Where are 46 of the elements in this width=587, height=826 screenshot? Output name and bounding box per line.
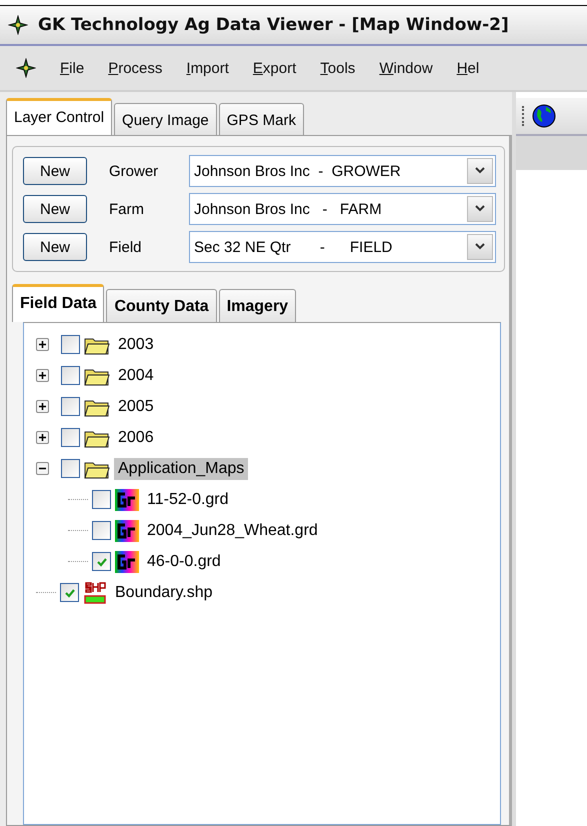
tree-item-label[interactable]: 2004_Jun28_Wheat.grd — [143, 520, 322, 542]
checkbox[interactable] — [61, 428, 80, 447]
dropdown[interactable]: Sec 32 NE Qtr - FIELD — [189, 231, 496, 263]
gradient-grid-icon — [115, 488, 139, 510]
new-button[interactable]: New — [23, 157, 87, 185]
tab[interactable]: Imagery — [218, 289, 296, 322]
tab[interactable]: GPS Mark — [218, 103, 304, 135]
tab[interactable]: Layer Control — [6, 98, 112, 135]
tree-item-label[interactable]: 2003 — [114, 334, 158, 356]
menu-item[interactable]: Export — [252, 60, 296, 76]
dropdown[interactable]: Johnson Bros Inc - FARM — [189, 193, 496, 225]
tree-item-label[interactable]: 2006 — [114, 426, 158, 448]
menu-item[interactable]: File — [60, 60, 84, 76]
tab[interactable]: Field Data — [12, 284, 104, 322]
menu-item[interactable]: Hel — [456, 60, 480, 76]
compass-star-icon — [8, 15, 28, 35]
tree-item-label[interactable]: Boundary.shp — [111, 582, 217, 604]
menu-item[interactable]: Import — [186, 60, 229, 76]
tree-item-label[interactable]: 2005 — [114, 396, 158, 418]
field-label: Field — [108, 238, 143, 256]
dropdown[interactable]: Johnson Bros Inc - GROWER — [189, 155, 496, 187]
gradient-grid-icon — [115, 520, 139, 542]
new-button[interactable]: New — [23, 233, 87, 261]
compass-star-icon[interactable] — [16, 58, 36, 78]
tree-item-label[interactable]: 2004 — [114, 364, 158, 386]
tab[interactable]: Query Image — [114, 103, 217, 135]
menu-item[interactable]: Tools — [320, 60, 356, 76]
checkbox[interactable] — [61, 335, 80, 354]
globe-icon[interactable] — [532, 104, 556, 128]
field-label: Grower — [108, 162, 160, 180]
window-title: GK Technology Ag Data Viewer - [Map Window-2] — [38, 15, 509, 35]
gradient-grid-icon — [115, 550, 139, 572]
tree-item-label[interactable]: 46-0-0.grd — [143, 550, 225, 572]
menu-item[interactable]: Window — [379, 60, 433, 76]
checkbox[interactable] — [61, 397, 80, 416]
tree-item-label[interactable]: Application_Maps — [114, 458, 248, 480]
checkbox[interactable] — [92, 521, 111, 540]
checkbox[interactable] — [61, 459, 80, 478]
checkbox[interactable] — [92, 490, 111, 509]
field-label: Farm — [108, 200, 145, 218]
shapefile-icon — [83, 580, 107, 604]
tab[interactable]: County Data — [106, 289, 217, 322]
new-button[interactable]: New — [23, 195, 87, 223]
menu-item[interactable]: Process — [108, 60, 162, 76]
checkbox[interactable] — [61, 366, 80, 385]
tree-item-label[interactable]: 11-52-0.grd — [143, 488, 233, 510]
